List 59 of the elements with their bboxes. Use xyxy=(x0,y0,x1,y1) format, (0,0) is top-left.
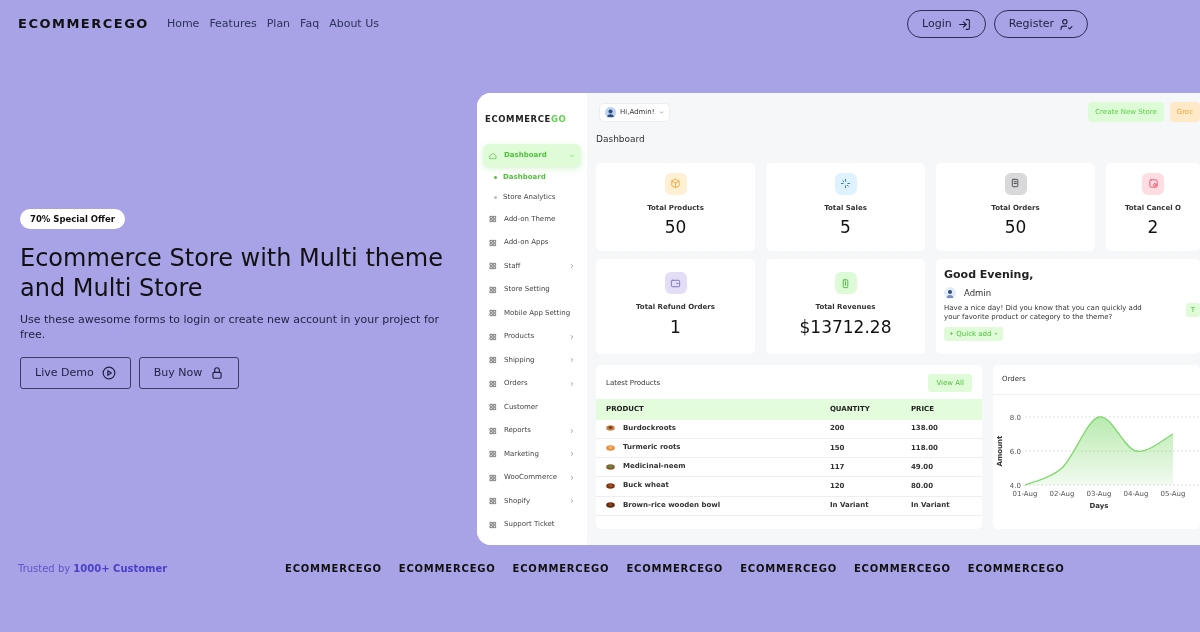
caret-icon xyxy=(993,331,998,336)
stat-value: 50 xyxy=(1004,216,1027,239)
grid-icon xyxy=(489,356,497,364)
grid-icon xyxy=(489,450,497,458)
document-icon xyxy=(1010,178,1021,189)
nav-link[interactable]: Home xyxy=(166,15,200,33)
dashboard-logo: ECOMMERCEGO xyxy=(485,113,568,126)
play-icon xyxy=(101,366,116,381)
partner-logo: ECOMMERCEGO xyxy=(285,562,382,576)
box-icon xyxy=(670,178,681,189)
partner-logo: ECOMMERCEGO xyxy=(512,562,610,576)
user-check-icon xyxy=(1060,17,1073,31)
page-title: Dashboard xyxy=(596,133,646,146)
grid-icon xyxy=(489,215,497,223)
avatar-icon xyxy=(944,287,956,300)
hero-title: Ecommerce Store with Multi theme and Multi Store xyxy=(20,243,444,304)
buy-now-button[interactable]: Buy Now xyxy=(138,356,240,390)
hero-text: Use these awesome forms to login or create new account in your project for free. xyxy=(20,313,440,343)
grid-icon xyxy=(489,285,497,294)
home-icon xyxy=(489,151,497,160)
nav-link[interactable]: Features xyxy=(209,15,257,33)
grid-icon xyxy=(489,332,497,341)
nav-link[interactable]: Plan xyxy=(266,15,291,33)
partner-logo: ECOMMERCEGO xyxy=(854,562,951,576)
grid-icon xyxy=(489,520,497,529)
plus-icon xyxy=(949,331,954,337)
sparkle-icon xyxy=(840,178,851,189)
grid-icon xyxy=(489,497,497,505)
lock-icon xyxy=(210,366,225,381)
stat-value: 5 xyxy=(840,216,851,239)
stat-value: 1 xyxy=(670,315,681,339)
grid-icon xyxy=(489,379,497,388)
grid-icon xyxy=(489,403,497,411)
nav-link[interactable]: About Us xyxy=(329,15,379,33)
grid-icon xyxy=(489,426,497,435)
partner-logo: ECOMMERCEGO xyxy=(740,562,837,576)
grid-icon xyxy=(489,238,497,247)
partner-logo: ECOMMERCEGO xyxy=(967,562,1065,576)
stat-value: 2 xyxy=(1147,216,1159,239)
grid-icon xyxy=(489,262,497,270)
login-icon xyxy=(957,17,971,31)
clipboard-icon xyxy=(840,277,851,289)
trusted-text: Trusted by 1000+ Customer xyxy=(18,562,169,576)
wallet-icon xyxy=(670,277,681,289)
calendar-icon xyxy=(1147,178,1159,189)
offer-badge: 70% Special Offer xyxy=(20,208,125,230)
caret-icon xyxy=(658,109,664,115)
nav-link[interactable]: Faq xyxy=(300,15,320,33)
stat-value: $13712.28 xyxy=(799,315,892,339)
stat-value: 50 xyxy=(664,216,687,239)
grid-icon xyxy=(489,309,497,317)
partner-logo: ECOMMERCEGO xyxy=(626,562,724,576)
grid-icon xyxy=(489,473,497,482)
greeting-title: Good Evening, xyxy=(944,266,1035,283)
user-name: Admin xyxy=(964,287,992,300)
partner-logo: ECOMMERCEGO xyxy=(398,562,496,576)
live-demo-button[interactable]: Live Demo xyxy=(20,356,131,390)
avatar-icon xyxy=(605,106,616,118)
logo[interactable]: ECOMMERCEGO xyxy=(18,14,149,34)
